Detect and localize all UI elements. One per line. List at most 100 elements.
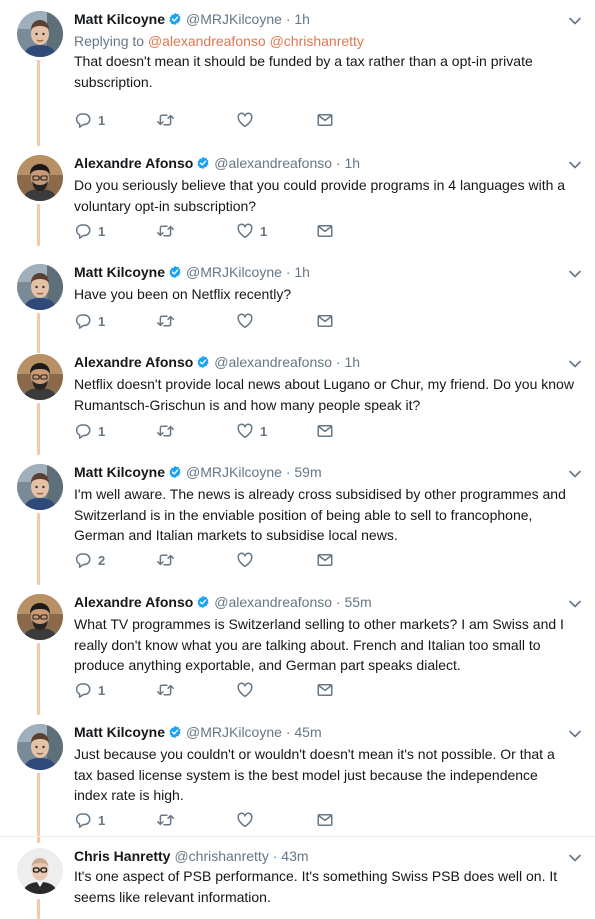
timestamp[interactable]: 1h	[294, 264, 310, 280]
like-button[interactable]	[236, 311, 260, 331]
reply-button[interactable]: 1	[74, 810, 105, 830]
thread-line	[37, 899, 40, 919]
timestamp[interactable]: 45m	[294, 724, 321, 740]
chevron-down-icon[interactable]	[568, 849, 582, 867]
timestamp[interactable]: 59m	[294, 464, 321, 480]
author-handle[interactable]: @alexandreafonso	[214, 594, 332, 610]
tweet[interactable]: Matt Kilcoyne @MRJKilcoyne · 1h Have you …	[0, 253, 595, 353]
tweet[interactable]: Alexandre Afonso @alexandreafonso · 1h Ne…	[0, 343, 595, 455]
author-handle[interactable]: @MRJKilcoyne	[186, 464, 282, 480]
tweet[interactable]: Chris Hanretty @chrishanretty · 43m It's …	[0, 837, 595, 919]
timestamp[interactable]: 1h	[344, 155, 360, 171]
chevron-down-icon[interactable]	[568, 355, 582, 373]
like-icon	[236, 312, 254, 330]
author-name[interactable]: Matt Kilcoyne	[74, 464, 165, 480]
reply-icon	[74, 422, 92, 440]
retweet-button[interactable]	[156, 680, 181, 700]
verified-icon	[168, 465, 182, 483]
retweet-button[interactable]	[156, 421, 181, 441]
retweet-icon	[156, 551, 175, 569]
retweet-button[interactable]	[156, 221, 181, 241]
author-handle[interactable]: @alexandreafonso	[214, 354, 332, 370]
avatar-alexandre-afonso[interactable]	[17, 594, 63, 640]
like-button[interactable]: 1	[236, 221, 267, 241]
thread-line	[37, 60, 40, 146]
thread-line	[37, 513, 40, 585]
author-name[interactable]: Matt Kilcoyne	[74, 264, 165, 280]
direct-message-button[interactable]	[316, 221, 334, 241]
timestamp[interactable]: 43m	[281, 848, 308, 864]
direct-message-button[interactable]	[316, 810, 334, 830]
chevron-down-icon[interactable]	[568, 156, 582, 174]
avatar-alexandre-afonso[interactable]	[17, 354, 63, 400]
reply-icon	[74, 681, 92, 699]
author-name[interactable]: Chris Hanretty	[74, 848, 170, 864]
mention-link[interactable]: @alexandreafonso	[148, 33, 266, 49]
avatar-chris-hanretty[interactable]	[17, 848, 63, 894]
thread-line	[37, 403, 40, 455]
timestamp[interactable]: 1h	[294, 11, 310, 27]
avatar-alexandre-afonso[interactable]	[17, 155, 63, 201]
tweet[interactable]: Alexandre Afonso @alexandreafonso · 1h Do…	[0, 144, 595, 246]
retweet-icon	[156, 811, 175, 829]
author-name[interactable]: Matt Kilcoyne	[74, 11, 165, 27]
retweet-button[interactable]	[156, 311, 181, 331]
direct-message-button[interactable]	[316, 421, 334, 441]
tweet[interactable]: Matt Kilcoyne @MRJKilcoyne · 1h Replying …	[0, 0, 595, 146]
direct-message-button[interactable]	[316, 680, 334, 700]
like-button[interactable]	[236, 110, 260, 130]
chevron-down-icon[interactable]	[568, 265, 582, 283]
author-name[interactable]: Alexandre Afonso	[74, 594, 193, 610]
author-handle[interactable]: @MRJKilcoyne	[186, 724, 282, 740]
verified-icon	[168, 265, 182, 283]
direct-message-button[interactable]	[316, 550, 334, 570]
like-icon	[236, 811, 254, 829]
retweet-icon	[156, 681, 175, 699]
direct-message-icon	[316, 811, 334, 829]
conversation-thread: Matt Kilcoyne @MRJKilcoyne · 1h Replying …	[0, 0, 595, 919]
like-icon	[236, 422, 254, 440]
reply-button[interactable]: 2	[74, 550, 105, 570]
avatar-matt-kilcoyne[interactable]	[17, 724, 63, 770]
reply-button[interactable]: 1	[74, 221, 105, 241]
like-button[interactable]: 1	[236, 421, 267, 441]
avatar-matt-kilcoyne[interactable]	[17, 11, 63, 57]
author-name[interactable]: Alexandre Afonso	[74, 354, 193, 370]
tweet[interactable]: Matt Kilcoyne @MRJKilcoyne · 45m Just bec…	[0, 713, 595, 843]
separator-dot: ·	[335, 354, 341, 370]
author-handle[interactable]: @chrishanretty	[174, 848, 268, 864]
avatar-matt-kilcoyne[interactable]	[17, 464, 63, 510]
author-handle[interactable]: @MRJKilcoyne	[186, 11, 282, 27]
like-button[interactable]	[236, 680, 260, 700]
timestamp[interactable]: 1h	[344, 354, 360, 370]
direct-message-button[interactable]	[316, 311, 334, 331]
tweet[interactable]: Alexandre Afonso @alexandreafonso · 55m W…	[0, 583, 595, 715]
timestamp[interactable]: 55m	[344, 594, 371, 610]
avatar-matt-kilcoyne[interactable]	[17, 264, 63, 310]
author-handle[interactable]: @alexandreafonso	[214, 155, 332, 171]
author-name[interactable]: Matt Kilcoyne	[74, 724, 165, 740]
reply-button[interactable]: 1	[74, 311, 105, 331]
retweet-button[interactable]	[156, 110, 181, 130]
separator-dot: ·	[272, 848, 278, 864]
retweet-button[interactable]	[156, 550, 181, 570]
retweet-button[interactable]	[156, 810, 181, 830]
thread-line	[37, 204, 40, 246]
chevron-down-icon[interactable]	[568, 465, 582, 483]
tweet-actions: 11	[74, 221, 374, 241]
direct-message-button[interactable]	[316, 110, 334, 130]
tweet[interactable]: Matt Kilcoyne @MRJKilcoyne · 59m I'm well…	[0, 453, 595, 585]
reply-button[interactable]: 1	[74, 421, 105, 441]
tweet-text: Just because you couldn't or wouldn't do…	[74, 746, 555, 803]
like-button[interactable]	[236, 550, 260, 570]
reply-button[interactable]: 1	[74, 680, 105, 700]
author-name[interactable]: Alexandre Afonso	[74, 155, 193, 171]
reply-button[interactable]: 1	[74, 110, 105, 130]
chevron-down-icon[interactable]	[568, 12, 582, 30]
like-button[interactable]	[236, 810, 260, 830]
mention-link[interactable]: @chrishanretty	[270, 33, 364, 49]
chevron-down-icon[interactable]	[568, 725, 582, 743]
tweet-text: What TV programmes is Switzerland sellin…	[74, 616, 564, 673]
chevron-down-icon[interactable]	[568, 595, 582, 613]
author-handle[interactable]: @MRJKilcoyne	[186, 264, 282, 280]
